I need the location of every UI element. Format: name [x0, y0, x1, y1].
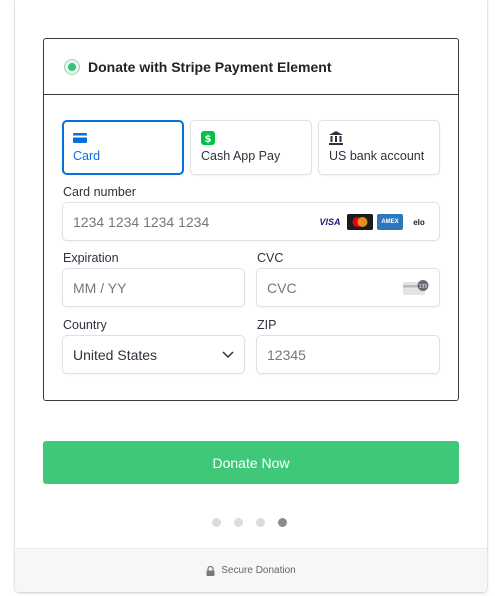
card-brand-logos: VISA AMEX elo — [317, 214, 431, 230]
tab-card-label: Card — [73, 149, 101, 163]
secure-donation-text: Secure Donation — [221, 565, 296, 576]
tab-cash-app-pay[interactable]: $ Cash App Pay — [190, 120, 312, 175]
payment-element-box: Donate with Stripe Payment Element Card … — [43, 38, 459, 401]
amex-icon: AMEX — [377, 214, 403, 230]
tab-us-bank-account-label: US bank account — [329, 149, 425, 163]
radio-selected-dot — [68, 62, 76, 71]
secure-donation-footer: Secure Donation — [15, 548, 487, 592]
country-label: Country — [63, 318, 107, 332]
card-number-input[interactable]: 1234 1234 1234 1234 VISA AMEX elo — [62, 202, 440, 241]
visa-icon: VISA — [319, 217, 341, 227]
step-indicator — [212, 518, 287, 527]
step-dot — [212, 518, 221, 527]
cvc-card-icon: 135 — [403, 280, 429, 295]
tab-card[interactable]: Card — [62, 120, 184, 175]
bank-icon — [329, 131, 343, 145]
payment-method-tabs: Card $ Cash App Pay US bank account — [62, 120, 440, 175]
expiration-placeholder: MM / YY — [73, 279, 127, 296]
card-number-placeholder: 1234 1234 1234 1234 — [73, 213, 210, 230]
payment-option-radio[interactable] — [64, 58, 80, 75]
cvc-badge-text: 135 — [419, 283, 428, 289]
payment-option-title: Donate with Stripe Payment Element — [88, 58, 332, 75]
chevron-down-icon — [222, 351, 234, 359]
zip-label: ZIP — [257, 318, 277, 332]
zip-input[interactable]: 12345 — [256, 335, 440, 374]
cvc-label: CVC — [257, 251, 284, 265]
cvc-input[interactable]: CVC 135 — [256, 268, 440, 307]
lock-icon — [206, 565, 215, 576]
tab-us-bank-account[interactable]: US bank account — [318, 120, 440, 175]
donate-now-button[interactable]: Donate Now — [43, 441, 459, 484]
cvc-placeholder: CVC — [267, 279, 297, 296]
country-value: United States — [73, 346, 158, 363]
svg-text:$: $ — [205, 134, 212, 145]
step-dot — [256, 518, 265, 527]
zip-placeholder: 12345 — [267, 346, 306, 363]
expiration-label: Expiration — [63, 251, 119, 265]
payment-option-header[interactable]: Donate with Stripe Payment Element — [44, 39, 458, 95]
step-dot — [234, 518, 243, 527]
credit-card-icon — [73, 133, 87, 143]
cash-app-icon: $ — [201, 131, 215, 145]
mastercard-icon — [347, 214, 373, 230]
country-select[interactable]: United States — [62, 335, 245, 374]
tab-cash-app-pay-label: Cash App Pay — [201, 149, 281, 163]
step-dot-active — [278, 518, 287, 527]
expiration-input[interactable]: MM / YY — [62, 268, 245, 307]
card-number-label: Card number — [63, 185, 136, 199]
elo-icon: elo — [413, 217, 425, 227]
